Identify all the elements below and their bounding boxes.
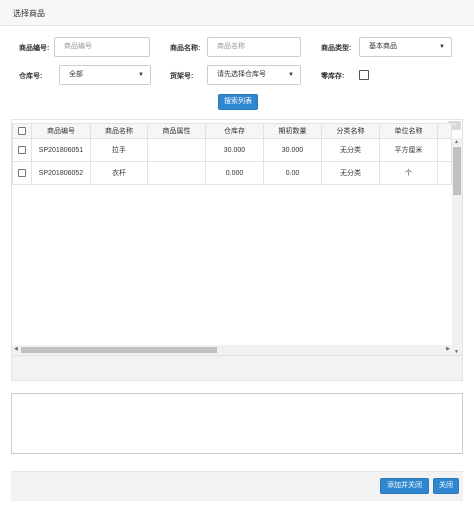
triangle-down-icon: ▼ (138, 72, 144, 78)
scroll-down-icon[interactable]: ▼ (454, 349, 459, 355)
table-cell: SP201806051 (31, 138, 91, 162)
zero-stock-checkbox[interactable] (359, 70, 369, 80)
dialog-title: 选择商品 (13, 9, 45, 18)
dialog-footer: 添加并关闭 关闭 (11, 471, 463, 501)
table-cell-extra (437, 161, 452, 185)
search-button[interactable]: 搜索列表 (218, 94, 258, 110)
table-cell: 平方厘米 (379, 138, 438, 162)
column-header[interactable]: 分类名称 (321, 123, 380, 139)
triangle-down-icon: ▼ (288, 72, 294, 78)
remarks-textarea[interactable] (11, 393, 463, 454)
column-header[interactable]: 单位名称 (379, 123, 438, 139)
column-header-extra (437, 123, 452, 139)
shelf-label: 货架号: (170, 73, 194, 80)
table-cell: 0.00 (263, 161, 322, 185)
warehouse-value: 全部 (69, 71, 83, 78)
product-type-value: 基本商品 (369, 43, 397, 50)
add-and-close-button[interactable]: 添加并关闭 (380, 478, 429, 494)
table-cell: SP201806052 (31, 161, 91, 185)
select-all-checkbox[interactable] (18, 127, 26, 135)
vertical-scrollbar[interactable]: ▲ ▼ (452, 138, 462, 355)
warehouse-select[interactable]: 全部 ▼ (59, 65, 151, 85)
product-grid-panel: « 商品编号 商品名称 商品属性 仓库存 期初数量 分类名称 单位名称 SP20… (11, 119, 463, 381)
product-name-input[interactable]: 商品名称 (207, 37, 301, 57)
product-grid: « 商品编号 商品名称 商品属性 仓库存 期初数量 分类名称 单位名称 SP20… (12, 120, 462, 356)
table-cell: 个 (379, 161, 438, 185)
product-code-label: 商品编号: (19, 45, 50, 52)
table-row[interactable]: SP201806051 拉手 30.000 30.000 无分类 平方厘米 (12, 138, 452, 162)
vertical-scroll-thumb[interactable] (453, 147, 461, 195)
product-type-label: 商品类型: (321, 45, 352, 52)
shelf-select[interactable]: 请先选择仓库号 ▼ (207, 65, 301, 85)
table-cell: 拉手 (90, 138, 148, 162)
column-header[interactable]: 商品编号 (31, 123, 91, 139)
scroll-up-icon[interactable]: ▲ (454, 139, 459, 145)
warehouse-label: 仓库号: (19, 73, 43, 80)
row-select-cell[interactable] (12, 161, 32, 185)
row-checkbox[interactable] (18, 146, 26, 154)
close-button[interactable]: 关闭 (433, 478, 459, 494)
table-cell: 无分类 (321, 161, 380, 185)
scroll-left-icon[interactable]: ◀ (14, 346, 18, 352)
column-header[interactable]: 仓库存 (205, 123, 264, 139)
table-cell (147, 161, 206, 185)
product-name-label: 商品名称: (170, 45, 201, 52)
horizontal-scrollbar[interactable]: ◀ ▶ (12, 345, 452, 355)
table-cell: 衣杆 (90, 161, 148, 185)
scroll-right-icon[interactable]: ▶ (446, 346, 450, 352)
table-cell: 30.000 (205, 138, 264, 162)
select-all-cell[interactable] (12, 123, 32, 139)
column-header[interactable]: 商品属性 (147, 123, 206, 139)
product-code-input[interactable]: 商品编号 (54, 37, 150, 57)
table-cell-extra (437, 138, 452, 162)
triangle-down-icon: ▼ (439, 44, 445, 50)
table-row[interactable]: SP201806052 衣杆 0.000 0.00 无分类 个 (12, 161, 452, 185)
zero-stock-label: 零库存: (321, 73, 345, 80)
table-header-row: 商品编号 商品名称 商品属性 仓库存 期初数量 分类名称 单位名称 (12, 123, 452, 139)
table-cell: 无分类 (321, 138, 380, 162)
table-cell: 30.000 (263, 138, 322, 162)
table-cell: 0.000 (205, 161, 264, 185)
column-header[interactable]: 期初数量 (263, 123, 322, 139)
row-select-cell[interactable] (12, 138, 32, 162)
table-cell (147, 138, 206, 162)
shelf-value: 请先选择仓库号 (217, 71, 266, 78)
row-checkbox[interactable] (18, 169, 26, 177)
dialog-title-bar: 选择商品 (0, 0, 474, 26)
product-type-select[interactable]: 基本商品 ▼ (359, 37, 452, 57)
column-header[interactable]: 商品名称 (90, 123, 148, 139)
product-table: 商品编号 商品名称 商品属性 仓库存 期初数量 分类名称 单位名称 SP2018… (12, 123, 452, 185)
horizontal-scroll-thumb[interactable] (21, 347, 217, 353)
